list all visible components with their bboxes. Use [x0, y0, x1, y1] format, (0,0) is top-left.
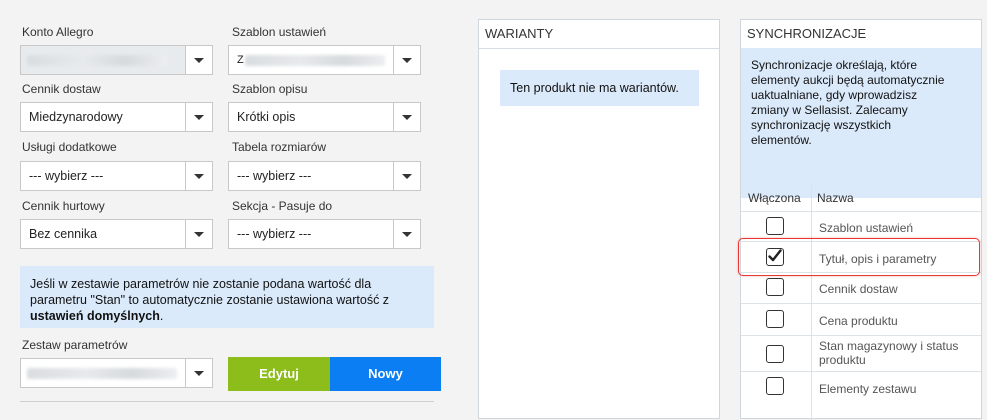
col-enabled-header: Włączona: [748, 191, 801, 205]
uslugi-dropdown-toggle[interactable]: [185, 162, 212, 190]
sync-panel: SYNCHRONIZACJE Synchronizacje określają,…: [740, 19, 982, 420]
info-line-3: ustawień domyślnych.: [30, 308, 424, 324]
sync-table: Włączona Nazwa Szablon ustawień Tytuł, o…: [741, 184, 981, 420]
uslugi-label: Usługi dodatkowe: [22, 140, 117, 154]
info-line-1: Jeśli w zestawie parametrów nie zostanie…: [30, 277, 372, 291]
col-name-header: Nazwa: [817, 191, 854, 205]
form-divider: [20, 401, 434, 402]
new-button[interactable]: Nowy: [330, 357, 441, 391]
sekcja-dropdown-toggle[interactable]: [393, 220, 420, 248]
sync-row-name: Elementy zestawu: [819, 382, 917, 396]
edit-button[interactable]: Edytuj: [228, 357, 330, 391]
tabela-label: Tabela rozmiarów: [232, 140, 327, 154]
sync-desc-line: zmiany w Sellasist. Zalecamy: [751, 103, 908, 117]
warianty-title: WARIANTY: [479, 20, 719, 49]
zestaw-label: Zestaw parametrów: [22, 338, 128, 352]
sekcja-select[interactable]: --- wybierz ---: [228, 219, 421, 249]
no-variants-message: Ten produkt nie ma wariantów.: [500, 70, 699, 106]
sync-row-name: Cena produktu: [819, 314, 898, 328]
chevron-down-icon: [194, 174, 204, 179]
tabela-value: --- wybierz ---: [237, 169, 312, 183]
tabela-dropdown-toggle[interactable]: [393, 162, 420, 190]
sync-row-name: Szablon ustawień: [819, 221, 914, 235]
info-end-text: .: [159, 309, 164, 323]
szablon-ustawien-dropdown-toggle[interactable]: [393, 46, 420, 74]
chevron-down-icon: [194, 232, 204, 237]
sekcja-value: --- wybierz ---: [237, 227, 312, 241]
konto-label: Konto Allegro: [22, 25, 94, 39]
sync-desc-line: synchronizację wszystkich: [751, 118, 892, 132]
szablon-opisu-dropdown-toggle[interactable]: [393, 103, 420, 131]
sync-checkbox[interactable]: [766, 377, 784, 395]
default-values-info-box: Jeśli w zestawie parametrów nie zostanie…: [20, 266, 434, 328]
szablon-opisu-label: Szablon opisu: [232, 82, 308, 96]
szablon-opisu-value: Krótki opis: [237, 110, 296, 124]
chevron-down-icon: [194, 115, 204, 120]
uslugi-value: --- wybierz ---: [29, 169, 104, 183]
szablon-ustawien-value-prefix: Z: [237, 54, 244, 66]
sync-checkbox[interactable]: [766, 217, 784, 235]
tabela-select[interactable]: --- wybierz ---: [228, 161, 421, 191]
info-line-2: parametru "Stan" to automatycznie zostan…: [30, 293, 390, 307]
sync-desc-line: elementów.: [751, 133, 812, 147]
cennik-hurtowy-value: Bez cennika: [29, 227, 98, 241]
szablon-opisu-select[interactable]: Krótki opis: [228, 102, 421, 132]
konto-dropdown-toggle[interactable]: [185, 46, 212, 74]
info-bold-text: ustawień domyślnych: [30, 309, 160, 323]
konto-select[interactable]: [20, 45, 213, 75]
sekcja-label: Sekcja - Pasuje do: [232, 199, 333, 213]
chevron-down-icon: [194, 371, 204, 376]
sync-row: Cena produktu: [741, 303, 981, 336]
chevron-down-icon: [402, 58, 412, 63]
chevron-down-icon: [402, 232, 412, 237]
cennik-dostaw-select[interactable]: Miedzynarodowy: [20, 102, 213, 132]
cennik-dostaw-dropdown-toggle[interactable]: [185, 103, 212, 131]
zestaw-select[interactable]: [20, 358, 213, 388]
sync-row: Elementy zestawu: [741, 371, 981, 404]
sync-checkbox[interactable]: [766, 278, 784, 296]
cennik-hurtowy-dropdown-toggle[interactable]: [185, 220, 212, 248]
sync-desc-line: elementy aukcji będą automatycznie: [751, 73, 945, 87]
szablon-ustawien-blurred-value: [245, 55, 385, 66]
konto-blurred-value: [27, 55, 167, 66]
sync-row: Cennik dostaw: [741, 272, 981, 304]
sync-desc-line: Synchronizacje określają, które: [751, 58, 918, 72]
sync-row-name-line-1: Stan magazynowy i status: [819, 339, 959, 353]
highlight-annotation: [738, 238, 980, 276]
sync-row-name-line-2: produktu: [819, 353, 866, 367]
szablon-ustawien-label: Szablon ustawień: [232, 25, 327, 39]
chevron-down-icon: [194, 58, 204, 63]
sync-row-name: Stan magazynowy i status produktu: [819, 339, 958, 367]
sync-checkbox[interactable]: [766, 345, 784, 363]
cennik-dostaw-value: Miedzynarodowy: [29, 110, 123, 124]
sync-row: Stan magazynowy i status produktu: [741, 335, 981, 372]
zestaw-dropdown-toggle[interactable]: [185, 359, 212, 387]
cennik-hurtowy-select[interactable]: Bez cennika: [20, 219, 213, 249]
sync-row-name: Cennik dostaw: [819, 282, 898, 296]
chevron-down-icon: [402, 174, 412, 179]
chevron-down-icon: [402, 115, 412, 120]
cennik-hurtowy-label: Cennik hurtowy: [22, 199, 105, 213]
zestaw-blurred-value: [27, 368, 177, 379]
sync-description: Synchronizacje określają, które elementy…: [741, 48, 981, 198]
szablon-ustawien-select[interactable]: Z: [228, 45, 421, 75]
sync-checkbox[interactable]: [766, 310, 784, 328]
sync-title: SYNCHRONIZACJE: [741, 20, 981, 49]
sync-desc-line: uaktualniane, gdy wprowadzisz: [751, 88, 918, 102]
warianty-panel: WARIANTY Ten produkt nie ma wariantów.: [478, 19, 720, 419]
cennik-dostaw-label: Cennik dostaw: [22, 82, 101, 96]
uslugi-select[interactable]: --- wybierz ---: [20, 161, 213, 191]
